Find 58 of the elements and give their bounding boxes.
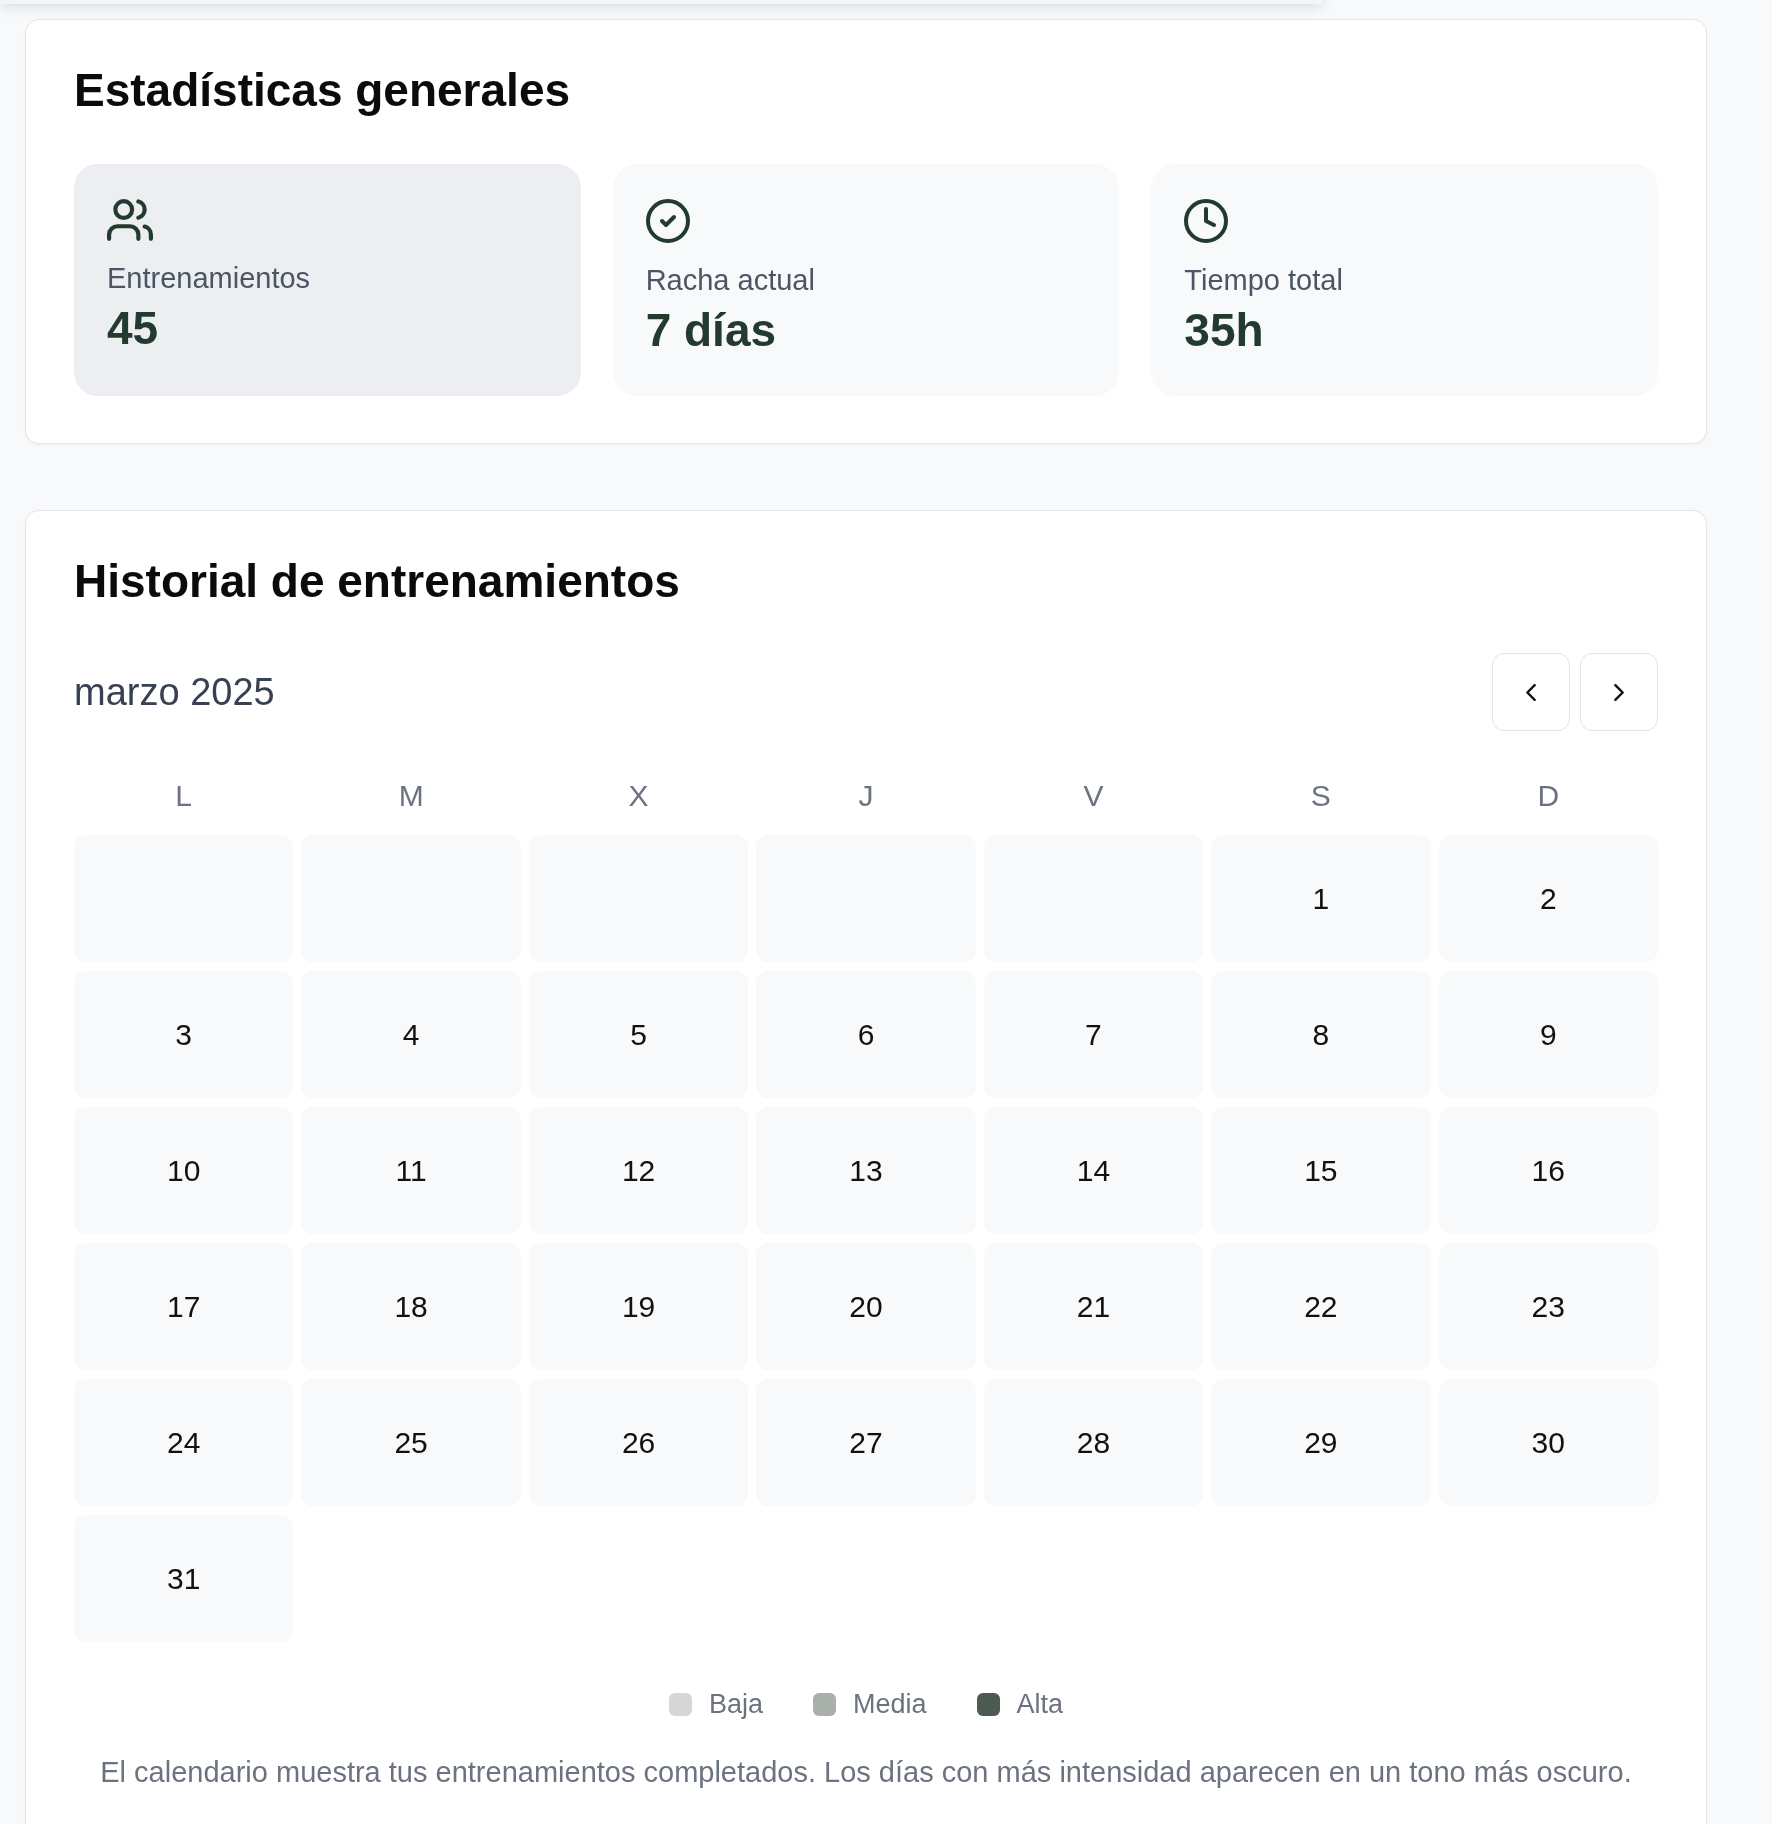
day-cell: 24: [74, 1379, 294, 1506]
calendar-note: El calendario muestra tus entrenamientos completados. Los días con más intensidad aparecen en un tono más oscuro.: [99, 1755, 1633, 1790]
day-cell: 30: [1438, 1379, 1658, 1506]
day-cell: 28: [983, 1379, 1204, 1506]
day-cell: 18: [301, 1243, 521, 1370]
day-cell: 5: [528, 971, 749, 1098]
stat-label: Entrenamientos: [107, 261, 311, 295]
day-cell: 6: [756, 971, 976, 1098]
day-cell: 15: [1211, 1107, 1431, 1234]
day-cell: 11: [301, 1107, 521, 1234]
day-cell: 9: [1438, 971, 1658, 1098]
day-cell: 29: [1211, 1379, 1431, 1506]
day-cell: 23: [1438, 1243, 1658, 1370]
day-cell: 19: [528, 1243, 749, 1370]
weekday-label: V: [1083, 779, 1104, 813]
weekday-label: M: [398, 779, 424, 813]
day-cell: 31: [74, 1515, 294, 1642]
legend-label: Alta: [1016, 1688, 1064, 1720]
chevron-left-icon: [1526, 683, 1536, 701]
day-cell: 22: [1211, 1243, 1431, 1370]
month-label: marzo 2025: [74, 670, 275, 714]
day-cell: 17: [74, 1243, 294, 1370]
day-cell: 27: [756, 1379, 976, 1506]
day-cell: 2: [1438, 835, 1658, 962]
day-cell: 4: [301, 971, 521, 1098]
weekday-label: S: [1310, 779, 1331, 813]
day-cell: 25: [301, 1379, 521, 1506]
day-cell: 1: [1211, 835, 1431, 962]
stat-label: Racha actual: [645, 263, 815, 297]
day-cell: 26: [528, 1379, 749, 1506]
day-cell: 7: [983, 971, 1204, 1098]
stat-label: Tiempo total: [1184, 263, 1343, 297]
day-cell: 14: [983, 1107, 1204, 1234]
legend-label: Media: [853, 1688, 927, 1720]
day-cell: 13: [756, 1107, 976, 1234]
section-title: Historial de entrenamientos: [74, 554, 681, 609]
day-cell: 10: [74, 1107, 294, 1234]
stat-value: 7 días: [645, 303, 777, 357]
day-cell: 3: [74, 971, 294, 1098]
day-cell: 16: [1438, 1107, 1658, 1234]
day-cell: 8: [1211, 971, 1431, 1098]
users-icon: [107, 199, 153, 241]
stat-value: 35h: [1184, 303, 1264, 357]
weekday-label: X: [628, 779, 649, 813]
stat-value: 45: [107, 301, 159, 355]
chevron-right-icon: [1614, 683, 1624, 701]
weekday-label: L: [175, 779, 193, 813]
weekday-label: J: [858, 779, 874, 813]
weekday-label: D: [1537, 779, 1560, 813]
next-month-button[interactable]: [1580, 653, 1658, 731]
clock-icon: [1184, 199, 1229, 243]
check-circle-icon: [645, 199, 690, 243]
day-cell: 12: [528, 1107, 749, 1234]
section-title: Estadísticas generales: [74, 63, 572, 118]
legend-label: Baja: [708, 1688, 763, 1720]
day-cell: 20: [756, 1243, 976, 1370]
previous-month-button[interactable]: [1492, 653, 1570, 731]
day-cell: 21: [983, 1243, 1204, 1370]
